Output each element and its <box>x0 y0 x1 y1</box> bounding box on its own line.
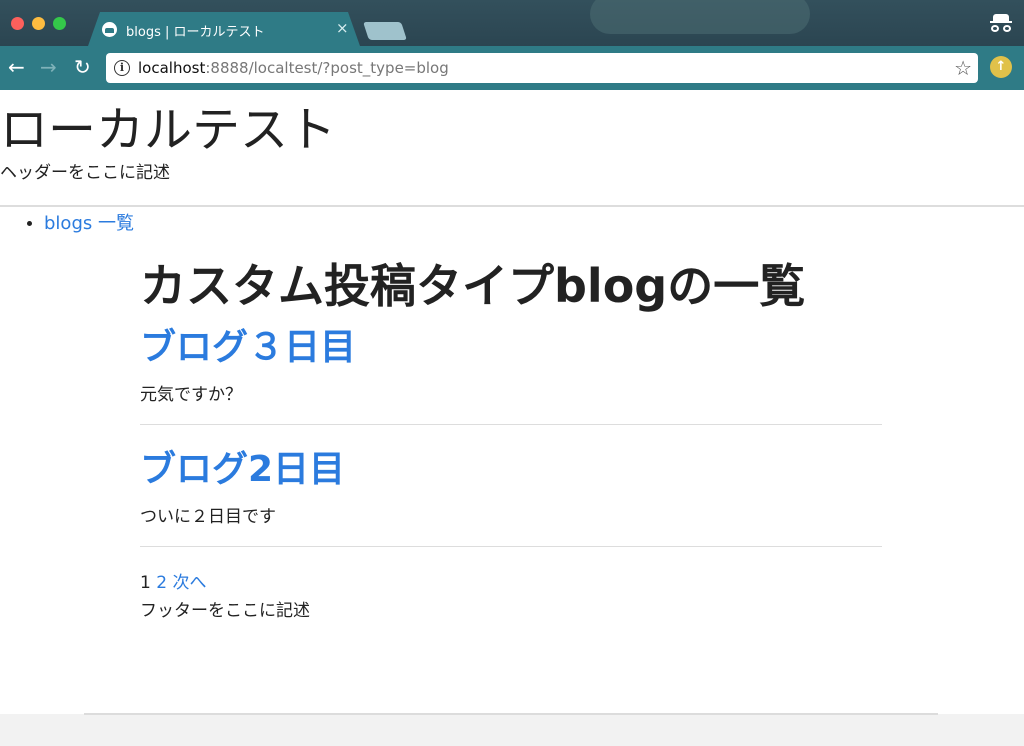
post-item: ブログ2日目 ついに２日目です <box>140 440 882 547</box>
browser-tab-active[interactable]: blogs | ローカルテスト × <box>88 12 360 46</box>
menu-item: blogs 一覧 <box>44 210 134 238</box>
info-icon[interactable]: i <box>114 60 130 76</box>
post-excerpt: 元気ですか？ <box>140 385 242 405</box>
archive-title: カスタム投稿タイプblogの一覧 <box>140 259 806 313</box>
menu-link-blogs[interactable]: blogs 一覧 <box>44 213 134 234</box>
url-text[interactable]: localhost:8888/localtest/?post_type=blog <box>138 59 449 77</box>
post-divider <box>140 546 882 547</box>
new-tab-button[interactable] <box>363 22 407 40</box>
pagination-page-2[interactable]: 2 <box>156 573 167 593</box>
bookmark-star-icon[interactable]: ☆ <box>954 56 972 80</box>
footer-text: フッターをここに記述 <box>140 601 310 621</box>
pagination-current: 1 <box>140 573 151 593</box>
pagination: 1 2 次へ <box>140 568 206 593</box>
tab-close-icon[interactable]: × <box>336 19 349 37</box>
post-item: ブログ３日目 元気ですか？ <box>140 318 882 425</box>
post-title-link[interactable]: ブログ2日目 <box>140 449 345 490</box>
maximize-window-button[interactable] <box>53 17 66 30</box>
post-title-link[interactable]: ブログ３日目 <box>140 327 356 368</box>
page-bottom-line <box>84 713 938 715</box>
back-arrow-icon[interactable]: ← <box>8 54 25 80</box>
browser-titlebar: blogs | ローカルテスト × <box>0 0 1024 46</box>
header-divider <box>0 205 1024 207</box>
forward-arrow-icon[interactable]: → <box>40 54 57 80</box>
page-content: ローカルテスト ヘッダーをここに記述 blogs 一覧 カスタム投稿タイプblo… <box>0 90 1024 714</box>
post-excerpt: ついに２日目です <box>140 507 276 527</box>
tab-title: blogs | ローカルテスト <box>126 25 265 40</box>
close-window-button[interactable] <box>11 17 24 30</box>
reload-icon[interactable]: ↻ <box>74 54 91 80</box>
browser-toolbar: ← → ↻ i localhost:8888/localtest/?post_t… <box>0 46 1024 90</box>
extension-icon[interactable]: ↑ <box>990 56 1012 78</box>
minimize-window-button[interactable] <box>32 17 45 30</box>
incognito-icon <box>990 12 1012 34</box>
post-divider <box>140 424 882 425</box>
site-description: ヘッダーをここに記述 <box>0 163 170 183</box>
pagination-next[interactable]: 次へ <box>172 573 206 593</box>
nav-menu: blogs 一覧 <box>44 210 134 238</box>
favicon-icon <box>102 22 117 37</box>
address-bar[interactable]: i localhost:8888/localtest/?post_type=bl… <box>106 53 978 83</box>
site-title: ローカルテスト <box>0 102 337 158</box>
theme-decoration <box>590 0 810 34</box>
